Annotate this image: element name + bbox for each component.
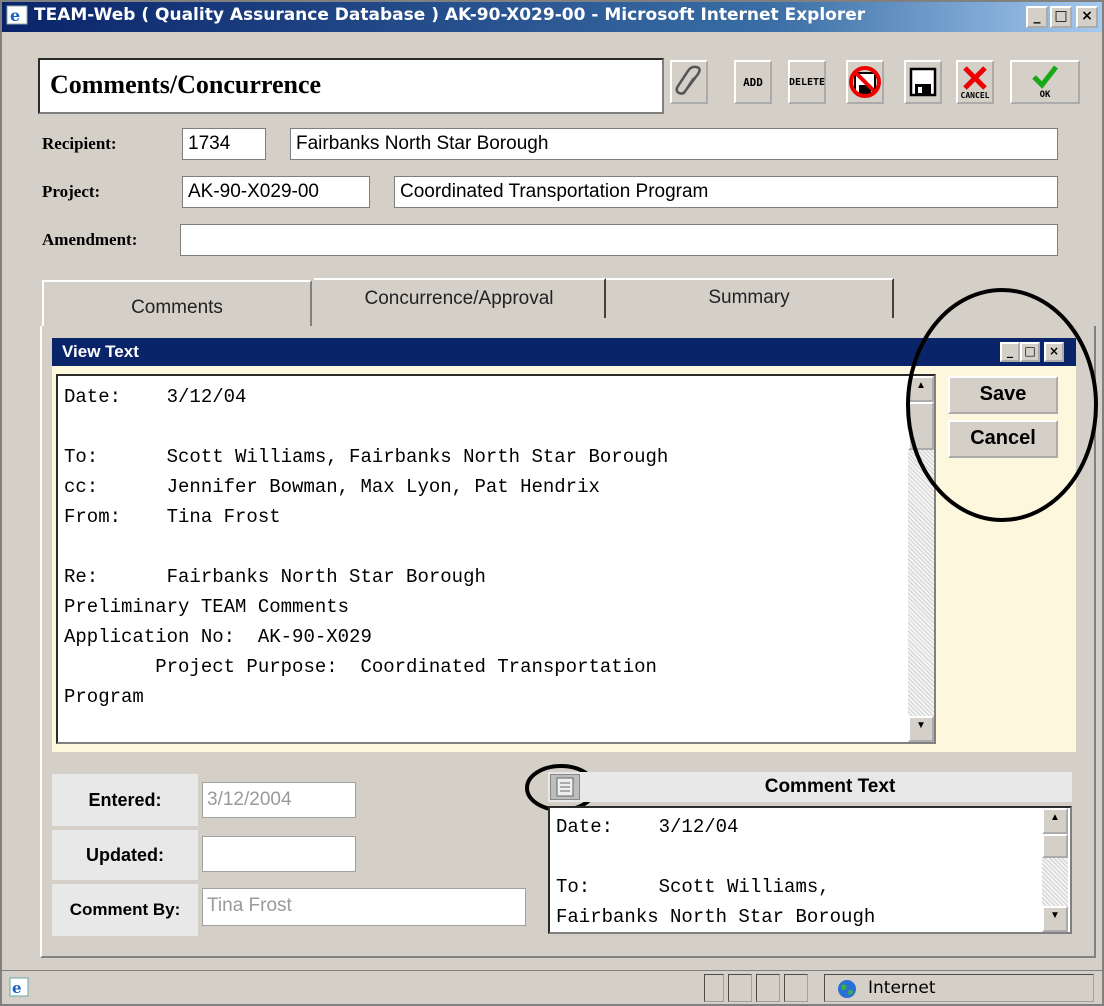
svg-text:e: e xyxy=(12,979,22,997)
updated-field[interactable] xyxy=(202,836,356,872)
comment-scroll-down-arrow-icon[interactable]: ▼ xyxy=(1042,906,1068,932)
comment-by-label: Comment By: xyxy=(52,884,198,936)
comment-text-content: Date: 3/12/04 To: Scott Williams, Fairban… xyxy=(550,808,1070,932)
comment-text-header: Comment Text xyxy=(764,776,896,797)
status-cell xyxy=(784,974,808,1002)
entered-field[interactable]: 3/12/2004 xyxy=(202,782,356,818)
status-cell xyxy=(728,974,752,1002)
annotation-circle-buttons xyxy=(906,288,1098,522)
comment-text-line xyxy=(556,842,1064,872)
comment-by-field[interactable]: Tina Frost xyxy=(202,888,526,926)
entered-label: Entered: xyxy=(52,774,198,826)
status-cell xyxy=(704,974,724,1002)
page-icon: e xyxy=(9,977,29,997)
comment-text-area[interactable]: Date: 3/12/04 To: Scott Williams, Fairban… xyxy=(548,806,1072,934)
comment-text-line: Fairbanks North Star Borough xyxy=(556,906,876,928)
zone-cell xyxy=(824,974,1094,1002)
comment-text-line: To: Scott Williams, xyxy=(556,876,830,898)
notepad-icon[interactable] xyxy=(550,774,580,800)
comment-scroll-thumb[interactable] xyxy=(1042,834,1068,858)
status-cell xyxy=(756,974,780,1002)
globe-icon xyxy=(838,980,856,998)
updated-label: Updated: xyxy=(52,830,198,880)
comment-text-line: Date: 3/12/04 xyxy=(556,816,739,838)
comment-scroll-up-arrow-icon[interactable]: ▲ xyxy=(1042,808,1068,834)
zone-label: Internet xyxy=(868,978,936,998)
